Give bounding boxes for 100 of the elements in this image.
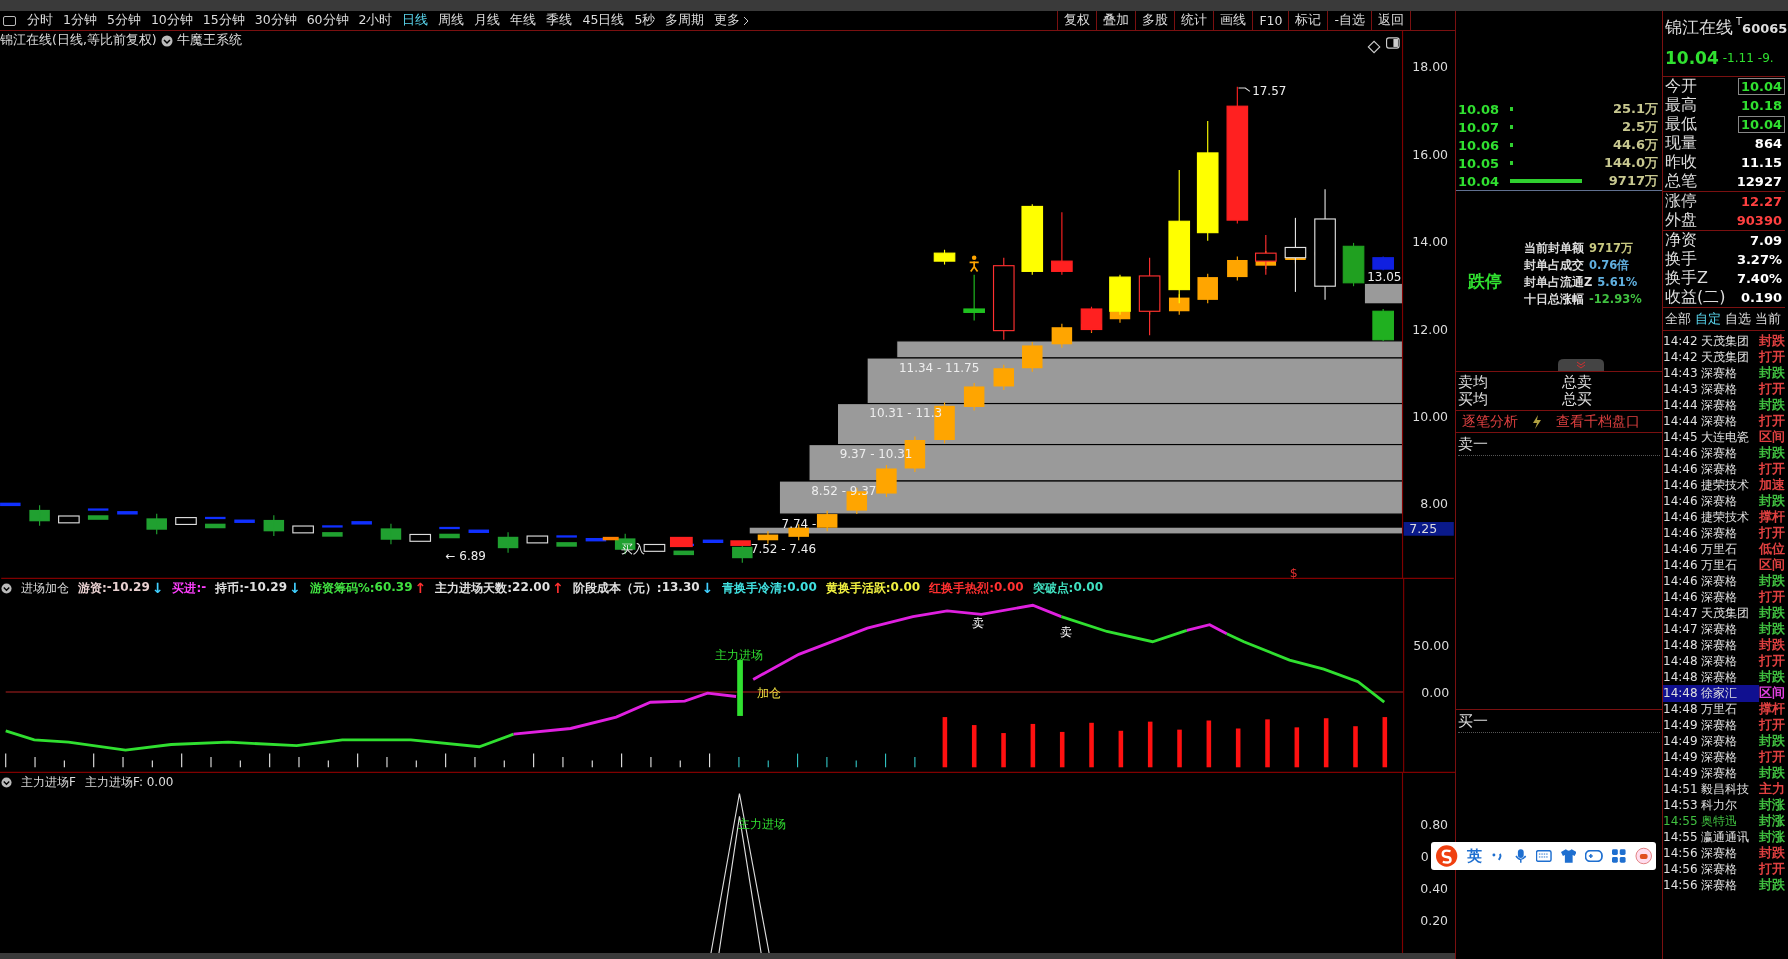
toolbar-button[interactable]: 标记: [1288, 11, 1328, 30]
toolbar-button[interactable]: 画线: [1213, 11, 1253, 30]
legend-value: 0.00: [787, 580, 817, 596]
microphone-icon[interactable]: [1513, 848, 1528, 864]
alert-row[interactable]: 14:55 瀛通通讯 封涨: [1663, 829, 1785, 845]
toolbar-button[interactable]: 返回: [1371, 11, 1410, 30]
candle: [117, 511, 138, 515]
indicator-name[interactable]: 主力进场F: [21, 774, 76, 791]
alert-row[interactable]: 14:44 深赛格 打开: [1663, 413, 1785, 429]
alert-row[interactable]: 14:49 深赛格 打开: [1663, 717, 1785, 733]
alert-row[interactable]: 14:49 深赛格 封跌: [1663, 733, 1785, 749]
period-tab[interactable]: 10分钟: [145, 12, 198, 29]
alert-row[interactable]: 14:44 深赛格 封跌: [1663, 397, 1785, 413]
alert-row[interactable]: 14:55 奥特迅 封涨: [1663, 813, 1785, 829]
toolbar-button[interactable]: 复权: [1057, 11, 1097, 30]
analysis-link[interactable]: 查看千档盘口: [1556, 412, 1640, 431]
alert-row[interactable]: 14:42 天茂集团 打开: [1663, 349, 1785, 365]
shirt-icon[interactable]: [1560, 849, 1577, 863]
list-tab[interactable]: 自选: [1723, 310, 1753, 328]
period-tab[interactable]: 45日线: [577, 12, 630, 29]
alert-row[interactable]: 14:49 深赛格 封跌: [1663, 765, 1785, 781]
period-tab[interactable]: 2小时: [353, 12, 398, 29]
period-tab[interactable]: 多周期: [660, 12, 710, 29]
list-tab[interactable]: 当前: [1753, 310, 1783, 328]
alert-row[interactable]: 14:46 深赛格 封跌: [1663, 493, 1785, 509]
gamepad-icon[interactable]: [1585, 850, 1603, 862]
toolbar-button[interactable]: 统计: [1174, 11, 1214, 30]
alert-row[interactable]: 14:48 深赛格 打开: [1663, 653, 1785, 669]
period-tab[interactable]: 日线: [397, 12, 434, 29]
indicator-toggle-icon[interactable]: [160, 34, 173, 47]
alert-row[interactable]: 14:47 深赛格 封跌: [1663, 621, 1785, 637]
alert-row[interactable]: 14:46 深赛格 打开: [1663, 589, 1785, 605]
alert-row[interactable]: 14:56 深赛格 打开: [1663, 861, 1785, 877]
alert-row[interactable]: 14:46 万里石 低位: [1663, 541, 1785, 557]
alert-row[interactable]: 14:56 深赛格 封跌: [1663, 845, 1785, 861]
more-button[interactable]: 更多: [709, 12, 755, 29]
list-tab[interactable]: 全部: [1663, 310, 1693, 328]
alert-row[interactable]: 14:46 深赛格 打开: [1663, 461, 1785, 477]
diamond-icon[interactable]: [1367, 40, 1381, 54]
panel-toggle-icon[interactable]: [3, 15, 16, 26]
list-tab[interactable]: 自定: [1693, 310, 1723, 328]
alert-row[interactable]: 14:43 深赛格 打开: [1663, 381, 1785, 397]
candle: [1080, 306, 1103, 333]
candle: [234, 519, 255, 523]
keyboard-icon[interactable]: [1536, 850, 1552, 862]
alert-row[interactable]: 14:46 捷荣技术 加速: [1663, 477, 1785, 493]
axis-label: 14.00: [1412, 234, 1449, 250]
indicator-name[interactable]: 牛魔王系统: [176, 32, 242, 49]
low-price-label: ← 6.89: [445, 548, 486, 563]
panel-toggle-icon[interactable]: [1386, 37, 1400, 49]
input-mode[interactable]: 英: [1467, 846, 1483, 866]
zone-label: 7.52 - 7.46: [750, 541, 816, 556]
toolbar-button[interactable]: F10: [1252, 11, 1289, 30]
alert-row[interactable]: 14:48 万里石 撑杆: [1663, 701, 1785, 717]
buy-one-label: 买一: [1458, 712, 1660, 733]
alert-row[interactable]: 14:48 深赛格 封跌: [1663, 669, 1785, 685]
analysis-link[interactable]: 逐笔分析: [1462, 412, 1518, 431]
indicator-toggle-icon[interactable]: [1, 583, 12, 594]
alert-row[interactable]: 14:43 深赛格 封跌: [1663, 365, 1785, 381]
alert-row[interactable]: 14:42 天茂集团 封跌: [1663, 333, 1785, 349]
alert-row[interactable]: 14:49 深赛格 打开: [1663, 749, 1785, 765]
period-tab[interactable]: 周线: [433, 12, 470, 29]
alert-row[interactable]: 14:46 万里石 区间: [1663, 557, 1785, 573]
period-tab[interactable]: 季线: [541, 12, 578, 29]
period-tab[interactable]: 30分钟: [249, 12, 302, 29]
candle: [526, 535, 549, 544]
toolbar-button[interactable]: 叠加: [1096, 11, 1136, 30]
seal-info-value: 5.61%: [1597, 275, 1638, 290]
legend-value: 13.30: [661, 580, 700, 596]
quote-label: 收益(二): [1665, 287, 1726, 308]
indicator-name[interactable]: 进场加仓: [21, 580, 69, 597]
quote-label: 换手Z: [1665, 268, 1708, 289]
period-tab[interactable]: 年线: [505, 12, 542, 29]
quote-value: 12927: [1735, 173, 1783, 190]
indicator-toggle-icon[interactable]: [1, 777, 12, 788]
alert-row[interactable]: 14:46 捷荣技术 撑杆: [1663, 509, 1785, 525]
alert-row[interactable]: 14:51 毅昌科技 主力: [1663, 781, 1785, 797]
totals-label: 卖均: [1458, 374, 1489, 391]
period-tab[interactable]: 5秒: [629, 12, 661, 29]
alert-row[interactable]: 14:47 天茂集团 封跌: [1663, 605, 1785, 621]
alert-row[interactable]: 14:46 深赛格 封跌: [1663, 573, 1785, 589]
period-tab[interactable]: 分时: [22, 12, 58, 29]
stock-code: 60065: [1742, 21, 1788, 36]
alert-row[interactable]: 14:56 深赛格 封跌: [1663, 877, 1785, 893]
period-tab[interactable]: 5分钟: [101, 12, 146, 29]
period-tab[interactable]: 1分钟: [58, 12, 102, 29]
grid-icon[interactable]: [1611, 849, 1626, 863]
input-method-toolbar[interactable]: 英: [1431, 842, 1656, 870]
alert-row[interactable]: 14:53 科力尔 封涨: [1663, 797, 1785, 813]
period-tab[interactable]: 月线: [469, 12, 506, 29]
alert-row[interactable]: 14:46 深赛格 打开: [1663, 525, 1785, 541]
mascot-icon[interactable]: [1634, 847, 1652, 865]
toolbar-button[interactable]: -自选: [1327, 11, 1371, 30]
period-tab[interactable]: 60分钟: [301, 12, 354, 29]
period-tab[interactable]: 15分钟: [197, 12, 250, 29]
alert-row[interactable]: 14:46 深赛格 封跌: [1663, 445, 1785, 461]
alert-row[interactable]: 14:48 深赛格 封跌: [1663, 637, 1785, 653]
toolbar-button[interactable]: 多股: [1135, 11, 1175, 30]
alert-row[interactable]: 14:45 大连电瓷 区间: [1663, 429, 1785, 445]
alert-signal: 撑杆: [1759, 700, 1785, 718]
